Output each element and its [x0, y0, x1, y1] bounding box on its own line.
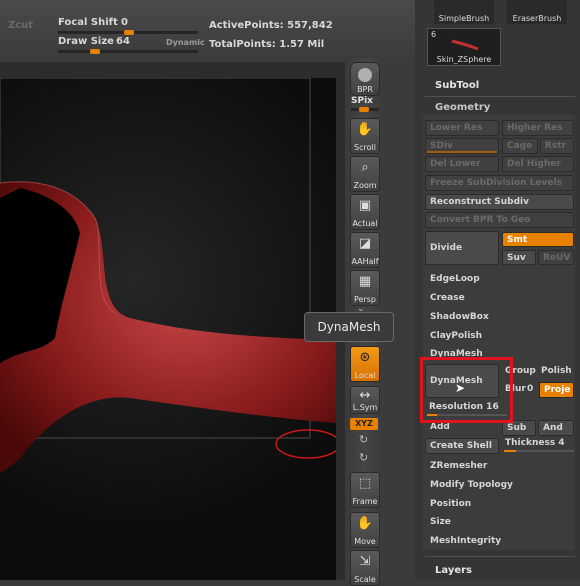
draw-size-label[interactable]: Draw Size — [58, 36, 114, 47]
scroll-button[interactable]: ✋ Scroll — [350, 118, 380, 154]
aahalf-label: AAHalf — [351, 257, 379, 266]
meshintegrity-subpalette[interactable]: MeshIntegrity — [430, 536, 501, 546]
scale-button[interactable]: ⇲ Scale — [350, 550, 380, 586]
divider — [425, 96, 575, 97]
add-button[interactable]: Add — [430, 422, 450, 432]
reconstruct-subdiv-button[interactable]: Reconstruct Subdiv — [425, 194, 574, 210]
geometry-header[interactable]: Geometry — [435, 102, 490, 113]
tool-preview-icon — [451, 39, 479, 51]
simple-brush-label: SimpleBrush — [438, 14, 490, 23]
magnifier-icon: ⌕ — [361, 160, 369, 175]
zoom-button[interactable]: ⌕ Zoom — [350, 156, 380, 192]
right-panel: SimpleBrush EraserBrush 6 Skin_ZSphere S… — [415, 0, 580, 580]
divider — [425, 556, 575, 557]
local-icon: ⊛ — [359, 350, 371, 365]
draw-size-slider[interactable] — [58, 50, 198, 53]
create-shell-button[interactable]: Create Shell — [425, 438, 499, 454]
focal-shift-knob[interactable] — [124, 30, 134, 35]
focal-shift-value: 0 — [121, 17, 128, 28]
bpr-label: BPR — [357, 85, 373, 94]
lsym-label: L.Sym — [352, 403, 378, 412]
sdiv-slider-fill — [427, 151, 497, 153]
rstr-button[interactable]: Rstr — [540, 138, 574, 154]
scroll-label: Scroll — [354, 143, 376, 152]
sphere-icon — [356, 67, 374, 83]
persp-button[interactable]: ▦ Persp — [350, 270, 380, 306]
zoom-label: Zoom — [353, 181, 377, 190]
zcut-label[interactable]: Zcut — [8, 20, 33, 31]
actual-button[interactable]: ▣ Actual — [350, 194, 380, 230]
tool-name: Skin_ZSphere — [436, 55, 492, 64]
higher-res-button[interactable]: Higher Res — [502, 120, 574, 136]
rotate-icon-1[interactable]: ↻ — [359, 433, 368, 446]
claypolish-subpalette[interactable]: ClayPolish — [430, 331, 482, 341]
freeze-subdiv-button[interactable]: Freeze SubDivision Levels — [425, 175, 574, 191]
draw-size-knob[interactable] — [90, 49, 100, 54]
symmetry-arrows-icon: ↔ — [359, 388, 371, 403]
crease-subpalette[interactable]: Crease — [430, 293, 465, 303]
rotate-icon-2[interactable]: ↻ — [359, 451, 368, 464]
hand-icon: ✋ — [356, 122, 374, 137]
frame-button[interactable]: ⬚ Frame — [350, 472, 380, 508]
dynamic-toggle[interactable]: Dynamic — [166, 38, 205, 47]
frame-icon: ⬚ — [358, 476, 372, 491]
xyz-button[interactable]: XYZ — [350, 418, 378, 430]
local-button[interactable]: ⊛ Local — [350, 346, 380, 382]
convert-bpr-button[interactable]: Convert BPR To Geo — [425, 212, 574, 228]
eraser-brush-thumb[interactable]: EraserBrush — [507, 0, 567, 24]
spix-knob[interactable] — [359, 107, 369, 112]
move-label: Move — [354, 537, 376, 546]
del-higher-button[interactable]: Del Higher — [502, 156, 574, 172]
lower-res-button[interactable]: Lower Res — [425, 120, 499, 136]
lsym-button[interactable]: ↔ L.Sym — [350, 386, 380, 414]
scale-icon: ⇲ — [359, 554, 371, 569]
reuv-button[interactable]: ReUV — [538, 250, 574, 265]
aahalf-icon: ◪ — [358, 236, 372, 251]
position-subpalette[interactable]: Position — [430, 499, 471, 509]
move-button[interactable]: ✋ Move — [350, 512, 380, 548]
local-label: Local — [354, 371, 376, 380]
top-toolbar: Zcut Focal Shift 0 Draw Size 64 Dynamic … — [0, 0, 418, 60]
tool-count: 6 — [431, 30, 437, 39]
persp-label: Persp — [354, 295, 376, 304]
layers-header[interactable]: Layers — [435, 565, 472, 576]
active-points: ActivePoints: 557,842 — [209, 20, 333, 31]
suv-toggle[interactable]: Suv — [502, 250, 536, 265]
divide-button[interactable]: Divide — [425, 231, 499, 265]
zremesher-subpalette[interactable]: ZRemesher — [430, 461, 487, 471]
polish-toggle[interactable]: Polish — [541, 366, 572, 376]
simple-brush-thumb[interactable]: SimpleBrush — [434, 0, 494, 24]
edgeloop-subpalette[interactable]: EdgeLoop — [430, 274, 480, 284]
spix-label[interactable]: SPix — [351, 96, 373, 106]
and-button[interactable]: And — [538, 420, 574, 436]
subtool-header[interactable]: SubTool — [435, 80, 479, 91]
blur-value: 0 — [527, 384, 534, 394]
focal-shift-label[interactable]: Focal Shift — [58, 17, 118, 28]
thickness-slider[interactable]: Thickness 4 — [505, 438, 565, 448]
highlight-box — [420, 357, 513, 423]
actual-size-icon: ▣ — [358, 198, 372, 213]
draw-size-value: 64 — [116, 36, 130, 47]
frame-label: Frame — [352, 497, 378, 506]
dynamesh-tooltip: DynaMesh — [304, 312, 394, 342]
document-canvas[interactable] — [0, 78, 336, 580]
del-lower-button[interactable]: Del Lower — [425, 156, 499, 172]
aahalf-button[interactable]: ◪ AAHalf — [350, 232, 380, 268]
total-points: TotalPoints: 1.57 Mil — [209, 39, 325, 50]
cage-button[interactable]: Cage — [502, 138, 538, 154]
bpr-button[interactable]: BPR — [350, 62, 380, 96]
tool-thumbnail[interactable]: 6 Skin_ZSphere — [427, 28, 501, 66]
thickness-fill — [504, 450, 516, 452]
modify-topology-subpalette[interactable]: Modify Topology — [430, 480, 513, 490]
smt-toggle[interactable]: Smt — [502, 232, 574, 247]
actual-label: Actual — [352, 219, 378, 228]
project-toggle[interactable]: Proje — [539, 382, 574, 398]
red-mesh-model — [0, 78, 336, 474]
eraser-brush-label: EraserBrush — [512, 14, 562, 23]
move-hand-icon: ✋ — [356, 516, 374, 531]
size-subpalette[interactable]: Size — [430, 517, 451, 527]
shadowbox-subpalette[interactable]: ShadowBox — [430, 312, 489, 322]
grid-icon: ▦ — [358, 274, 372, 289]
